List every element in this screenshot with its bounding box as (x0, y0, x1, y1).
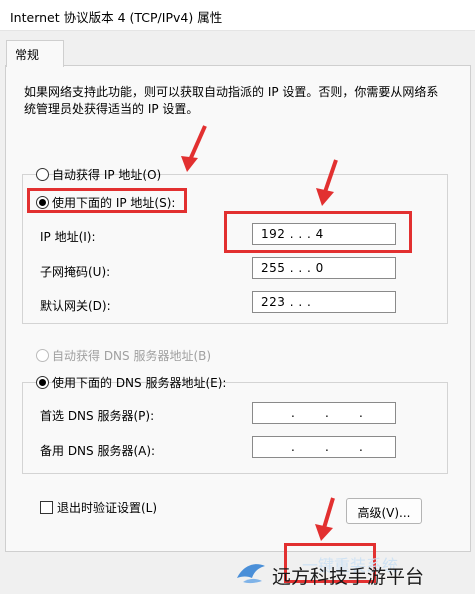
watermark: 一键重装系统 远方科技手游平台 (232, 550, 475, 594)
validate-on-exit-checkbox[interactable] (40, 501, 53, 514)
dns-settings-group (22, 382, 448, 474)
ip-address-label: IP 地址(I): (40, 230, 96, 244)
dns-auto-label: 自动获得 DNS 服务器地址(B) (52, 349, 212, 363)
subnet-mask-label: 子网掩码(U): (40, 265, 111, 279)
preferred-dns-separator: . (325, 406, 330, 420)
default-gateway-field[interactable]: 223 . . . (252, 291, 396, 313)
title-bar: Internet 协议版本 4 (TCP/IPv4) 属性 (0, 0, 475, 31)
subnet-mask-field[interactable]: 255 . . . 0 (252, 257, 396, 279)
alternate-dns-field[interactable]: . . . (252, 436, 396, 458)
default-gateway-label: 默认网关(D): (40, 299, 111, 313)
preferred-dns-separator: . (359, 406, 364, 420)
bird-logo-icon (237, 564, 265, 584)
alternate-dns-separator: . (359, 440, 364, 454)
advanced-button[interactable]: 高级(V)... (346, 498, 422, 524)
alternate-dns-separator: . (291, 440, 296, 454)
alternate-dns-label: 备用 DNS 服务器(A): (40, 444, 156, 458)
description-text: 如果网络支持此功能，则可以获取自动指派的 IP 设置。否则，你需要从网络系统管理… (24, 85, 439, 116)
validate-on-exit-label: 退出时验证设置(L) (57, 501, 158, 515)
dns-auto-radio[interactable] (36, 349, 49, 362)
annotation-box-ip-address (224, 211, 412, 253)
window-title: Internet 协议版本 4 (TCP/IPv4) 属性 (10, 10, 223, 25)
preferred-dns-label: 首选 DNS 服务器(P): (40, 409, 155, 423)
annotation-box-manual-ip (27, 188, 187, 213)
advanced-button-label: 高级(V)... (357, 506, 411, 520)
ip-auto-radio[interactable] (36, 168, 49, 181)
ip-auto-label: 自动获得 IP 地址(O) (52, 168, 162, 182)
dns-manual-radio[interactable] (36, 376, 49, 389)
watermark-text: 远方科技手游平台 (272, 566, 425, 588)
tab-general-label: 常规 (15, 48, 40, 62)
dns-manual-label: 使用下面的 DNS 服务器地址(E): (52, 376, 227, 390)
subnet-mask-value: 255 . . . 0 (261, 261, 324, 275)
preferred-dns-field[interactable]: . . . (252, 402, 396, 424)
alternate-dns-separator: . (325, 440, 330, 454)
preferred-dns-separator: . (291, 406, 296, 420)
default-gateway-value: 223 . . . (261, 295, 312, 309)
tab-general[interactable]: 常规 (6, 40, 64, 67)
